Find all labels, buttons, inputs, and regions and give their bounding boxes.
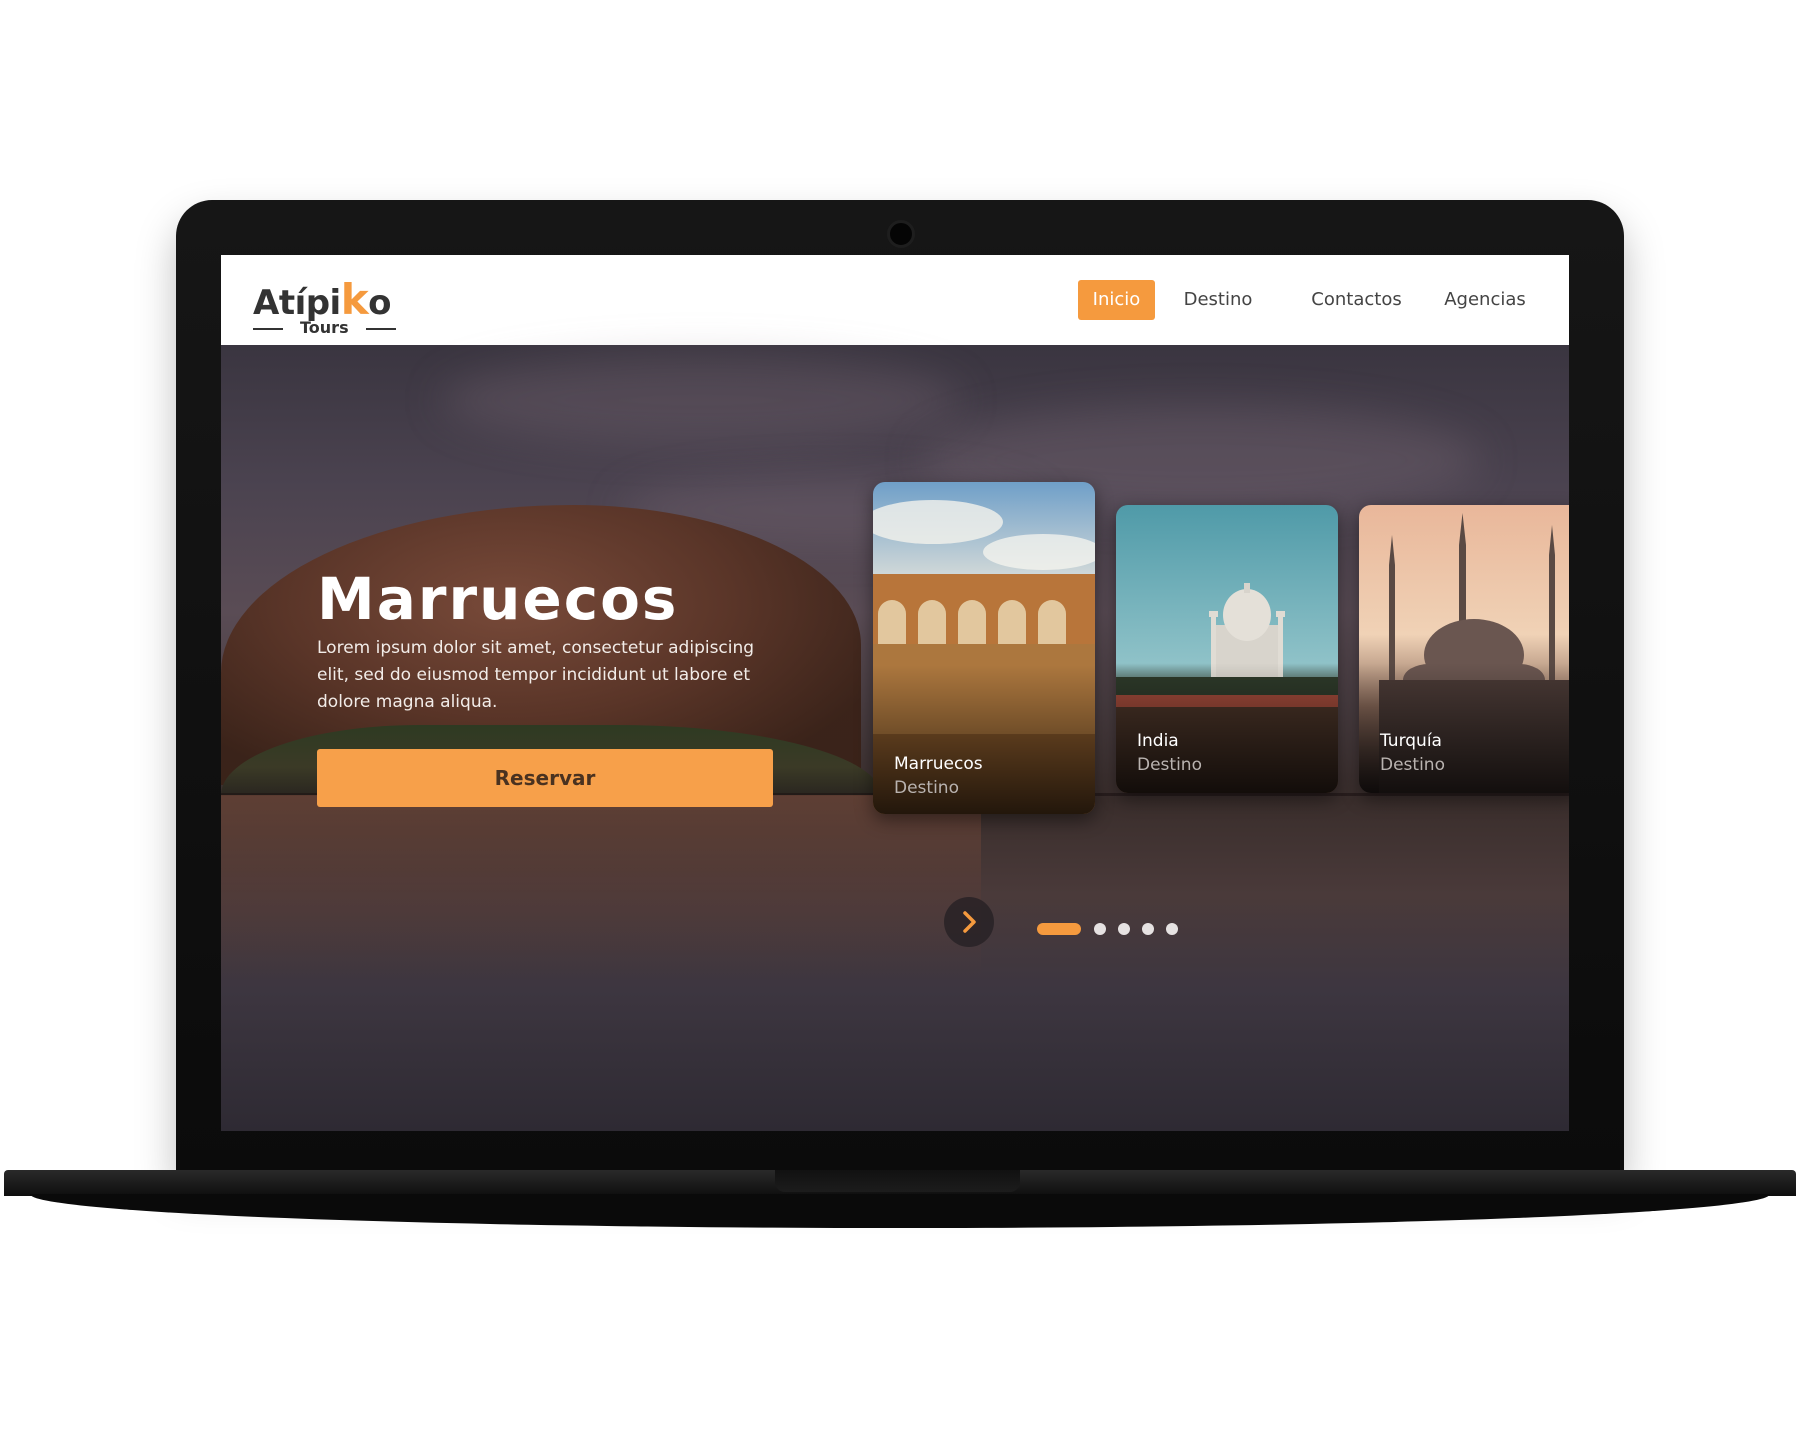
hero-cloud — [441, 355, 961, 445]
laptop-mockup: Atípiko Tours Inicio Destino Contactos A… — [0, 0, 1800, 1440]
carousel-dot-4[interactable] — [1142, 923, 1154, 935]
card-subtitle: Destino — [1380, 755, 1445, 775]
water-reflection-image — [221, 795, 981, 975]
carousel-dot-2[interactable] — [1094, 923, 1106, 935]
nav-item-agencias[interactable]: Agencias — [1420, 280, 1550, 320]
reserve-button[interactable]: Reservar — [317, 749, 773, 807]
laptop-base-bottom — [30, 1194, 1770, 1228]
brand-tagline: Tours — [300, 318, 349, 337]
tagline-rule-left — [253, 328, 283, 330]
nav-item-destino[interactable]: Destino — [1167, 280, 1269, 320]
card-title: Turquía — [1380, 731, 1442, 751]
destination-card-turquia[interactable]: Turquía Destino — [1359, 505, 1569, 793]
laptop-notch — [775, 1170, 1020, 1192]
webcam — [887, 220, 915, 248]
screen: Atípiko Tours Inicio Destino Contactos A… — [221, 255, 1569, 1131]
carousel-dot-5[interactable] — [1166, 923, 1178, 935]
hero-description: Lorem ipsum dolor sit amet, consectetur … — [317, 638, 755, 712]
brand-logo[interactable]: Atípiko Tours — [253, 275, 413, 337]
brand-wordmark: Atípiko — [253, 275, 392, 324]
destination-card-india[interactable]: India Destino — [1116, 505, 1338, 793]
brand-logo-k: k — [340, 275, 369, 324]
nav-item-contactos[interactable]: Contactos — [1288, 280, 1425, 320]
chevron-right-icon — [963, 911, 976, 933]
hero-title: Marruecos — [317, 565, 679, 633]
carousel-dot-3[interactable] — [1118, 923, 1130, 935]
card-title: India — [1137, 731, 1179, 751]
carousel-next-button[interactable] — [944, 897, 994, 947]
brand-tagline-row: Tours — [253, 318, 398, 338]
nav-item-inicio[interactable]: Inicio — [1078, 280, 1155, 320]
tagline-rule-right — [366, 328, 396, 330]
card-subtitle: Destino — [1137, 755, 1202, 775]
card-subtitle: Destino — [894, 778, 959, 798]
navbar: Atípiko Tours Inicio Destino Contactos A… — [221, 255, 1569, 345]
carousel-dot-1[interactable] — [1037, 923, 1081, 935]
destination-card-marruecos[interactable]: Marruecos Destino — [873, 482, 1095, 814]
hero-section: Marruecos Lorem ipsum dolor sit amet, co… — [221, 345, 1569, 1131]
card-title: Marruecos — [894, 754, 983, 774]
